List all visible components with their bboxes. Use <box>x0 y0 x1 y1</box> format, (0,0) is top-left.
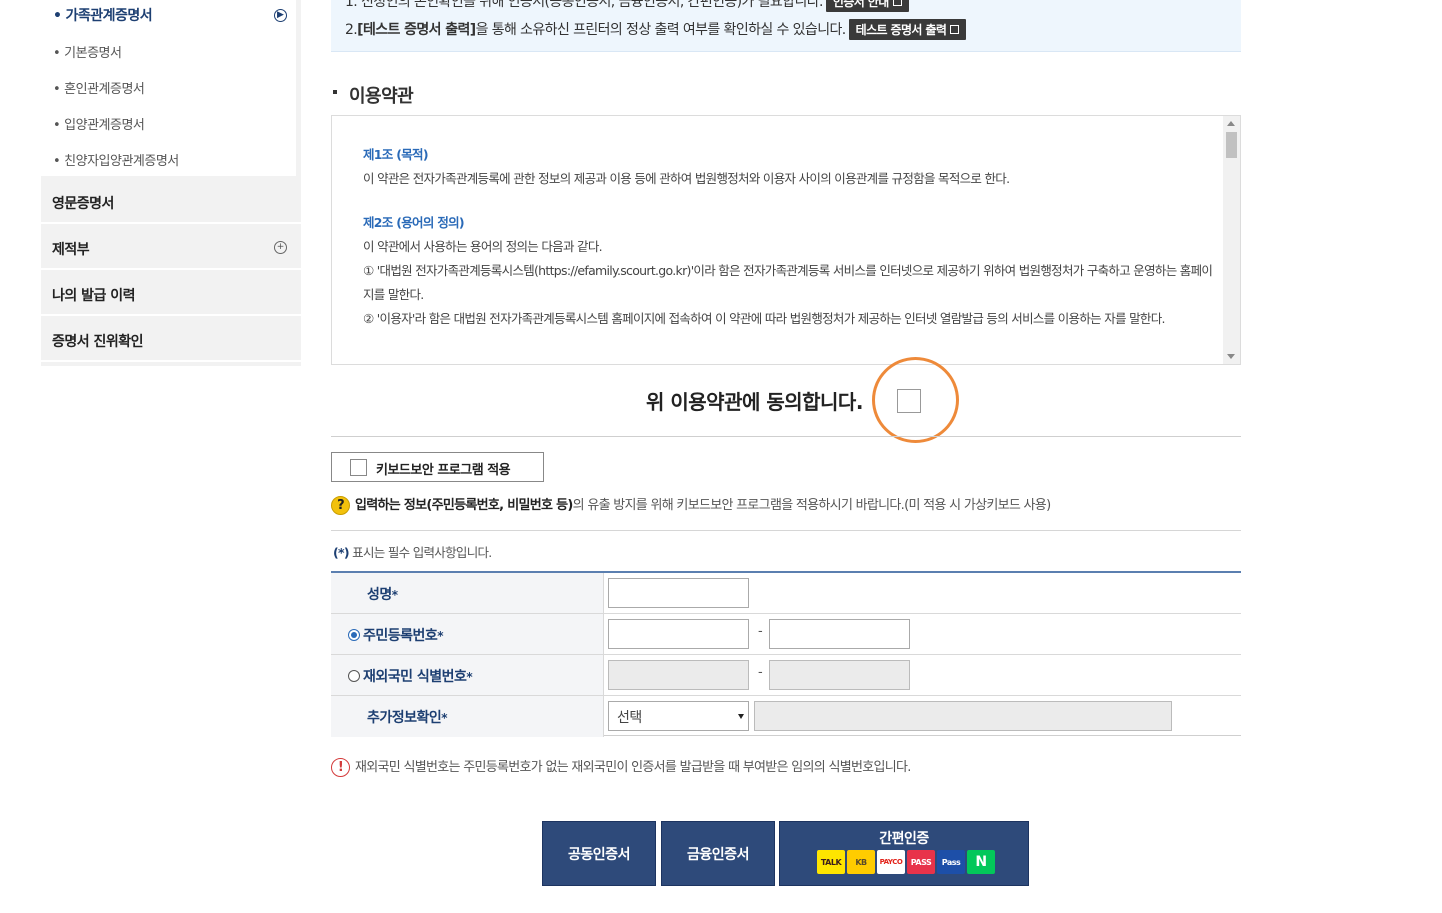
dropdown-arrow-icon <box>738 714 744 719</box>
form-row-rrn: 주민등록번호* - <box>331 614 1241 655</box>
sub-item-family-relation[interactable]: • 가족관계증명서 <box>53 5 153 25</box>
keyboard-security-label: 키보드보안 프로그램 적용 <box>376 463 511 478</box>
required-note: (*) 표시는 필수 입력사항입니다. <box>333 545 492 560</box>
form-row-extra: 추가정보확인* 선택 <box>331 696 1241 737</box>
name-label: 성명* <box>367 587 398 603</box>
exclamation-icon: ! <box>331 758 350 777</box>
sub-item-adoption[interactable]: • 입양관계증명서 <box>53 114 145 133</box>
naver-icon: N <box>967 850 995 874</box>
scroll-up-icon[interactable] <box>1227 121 1235 126</box>
info-line-1: 1. 신청인의 본인확인을 위해 인증서(공동인증서, 금융인증서, 간편인증)… <box>345 0 909 12</box>
foreign-id-back-input <box>769 660 910 690</box>
rrn-front-input[interactable] <box>608 619 749 649</box>
pass-icon: PASS <box>907 850 935 874</box>
simple-auth-icons: TALK KB PAYCO PASS Pass N <box>817 850 995 874</box>
terms-content: 제1조 (목적) 이 약관은 전자가족관계등록에 관한 정보의 제공과 이용 등… <box>363 143 1213 331</box>
scroll-thumb[interactable] <box>1226 132 1237 158</box>
divider <box>331 436 1241 437</box>
info-box: 1. 신청인의 본인확인을 위해 인증서(공동인증서, 금융인증서, 간편인증)… <box>331 0 1241 52</box>
sub-item-basic[interactable]: • 기본증명서 <box>53 42 122 61</box>
menu-removed-register[interactable]: 제적부 + <box>41 226 301 270</box>
sidebar: • 가족관계증명서 ▶ • 기본증명서 • 혼인관계증명서 • 입양관계증명서 • 친양자… <box>41 0 301 366</box>
kakaotalk-icon: TALK <box>817 850 845 874</box>
agree-label: 위 이용약관에 동의합니다. <box>646 390 863 414</box>
form-row-foreign-id: 재외국민 식별번호* - <box>331 655 1241 696</box>
external-link-icon <box>950 25 960 34</box>
form-row-name: 성명* <box>331 573 1241 614</box>
info-line-2: 2.[테스트 증명서 출력]을 통해 소유하신 프린터의 정상 출력 여부를 확… <box>345 19 967 40</box>
foreign-id-notice: ! 재외국민 식별번호는 주민등록번호가 없는 재외국민이 인증서를 발급받을 때… <box>331 756 911 777</box>
question-icon: ? <box>331 496 350 515</box>
article2-intro: 이 약관에서 사용하는 용어의 정의는 다음과 같다. <box>363 239 603 254</box>
finance-cert-button[interactable]: 금융인증서 <box>661 821 775 886</box>
rrn-radio[interactable] <box>348 629 360 641</box>
menu-english-cert[interactable]: 영문증명서 <box>41 180 301 224</box>
rrn-label[interactable]: 주민등록번호* <box>348 625 444 645</box>
extra-info-select[interactable]: 선택 <box>608 701 749 731</box>
rrn-back-input[interactable] <box>769 619 910 649</box>
samsung-pass-icon: Pass <box>937 850 965 874</box>
payco-icon: PAYCO <box>877 850 905 874</box>
title-bullet-icon <box>333 90 337 94</box>
plus-circle-icon[interactable]: + <box>274 241 287 254</box>
article2-item2: ② '이용자'라 함은 대법원 전자가족관계등록시스템 홈페이지에 접속하여 이… <box>363 311 1165 326</box>
sub-item-marriage[interactable]: • 혼인관계증명서 <box>53 78 145 97</box>
foreign-id-radio[interactable] <box>348 670 360 682</box>
external-link-icon <box>892 0 902 6</box>
highlight-circle <box>872 357 959 443</box>
identity-form: 성명* 주민등록번호* - 재외국민 식별번호* - 추가정보확인* 선택 <box>331 571 1241 737</box>
keyboard-security-toggle[interactable]: 키보드보안 프로그램 적용 <box>331 452 544 482</box>
divider <box>331 530 1241 531</box>
menu-my-history[interactable]: 나의 발급 이력 <box>41 272 301 316</box>
expand-circle-icon[interactable]: ▶ <box>274 9 287 22</box>
kb-icon: KB <box>847 850 875 874</box>
keyboard-notice: ? 입력하는 정보(주민등록번호, 비밀번호 등)의 유출 방지를 위해 키보드보… <box>331 494 1051 515</box>
extra-info-input <box>754 701 1172 731</box>
terms-section-title: 이용약관 <box>333 82 414 108</box>
terms-box[interactable]: 제1조 (목적) 이 약관은 전자가족관계등록에 관한 정보의 제공과 이용 등… <box>331 115 1241 365</box>
article1-title: 제1조 (목적) <box>363 147 429 162</box>
extra-info-label: 추가정보확인* <box>367 710 448 726</box>
dash: - <box>758 665 763 680</box>
foreign-id-label[interactable]: 재외국민 식별번호* <box>348 666 473 686</box>
simple-cert-button[interactable]: 간편인증 TALK KB PAYCO PASS Pass N <box>779 821 1029 886</box>
dash: - <box>758 624 763 639</box>
menu-cert-verify[interactable]: 증명서 진위확인 <box>41 318 301 362</box>
scroll-down-icon[interactable] <box>1227 354 1235 359</box>
article2-title: 제2조 (용어의 정의) <box>363 215 465 230</box>
cert-guide-button[interactable]: 인증서 안내 <box>825 0 909 12</box>
terms-scrollbar[interactable] <box>1223 116 1240 364</box>
foreign-id-front-input <box>608 660 749 690</box>
test-print-button[interactable]: 테스트 증명서 출력 <box>848 19 967 40</box>
article2-item1: ① '대법원 전자가족관계등록시스템(https://efamily.scour… <box>363 263 1213 302</box>
sub-menu-list: • 가족관계증명서 ▶ • 기본증명서 • 혼인관계증명서 • 입양관계증명서 • 친양자… <box>41 0 296 176</box>
public-cert-button[interactable]: 공동인증서 <box>542 821 656 886</box>
name-input[interactable] <box>608 578 749 608</box>
sub-item-full-adoption[interactable]: • 친양자입양관계증명서 <box>53 150 179 169</box>
article1-text: 이 약관은 전자가족관계등록에 관한 정보의 제공과 이용 등에 관하여 법원행… <box>363 171 1010 186</box>
keyboard-security-checkbox[interactable] <box>350 459 367 476</box>
